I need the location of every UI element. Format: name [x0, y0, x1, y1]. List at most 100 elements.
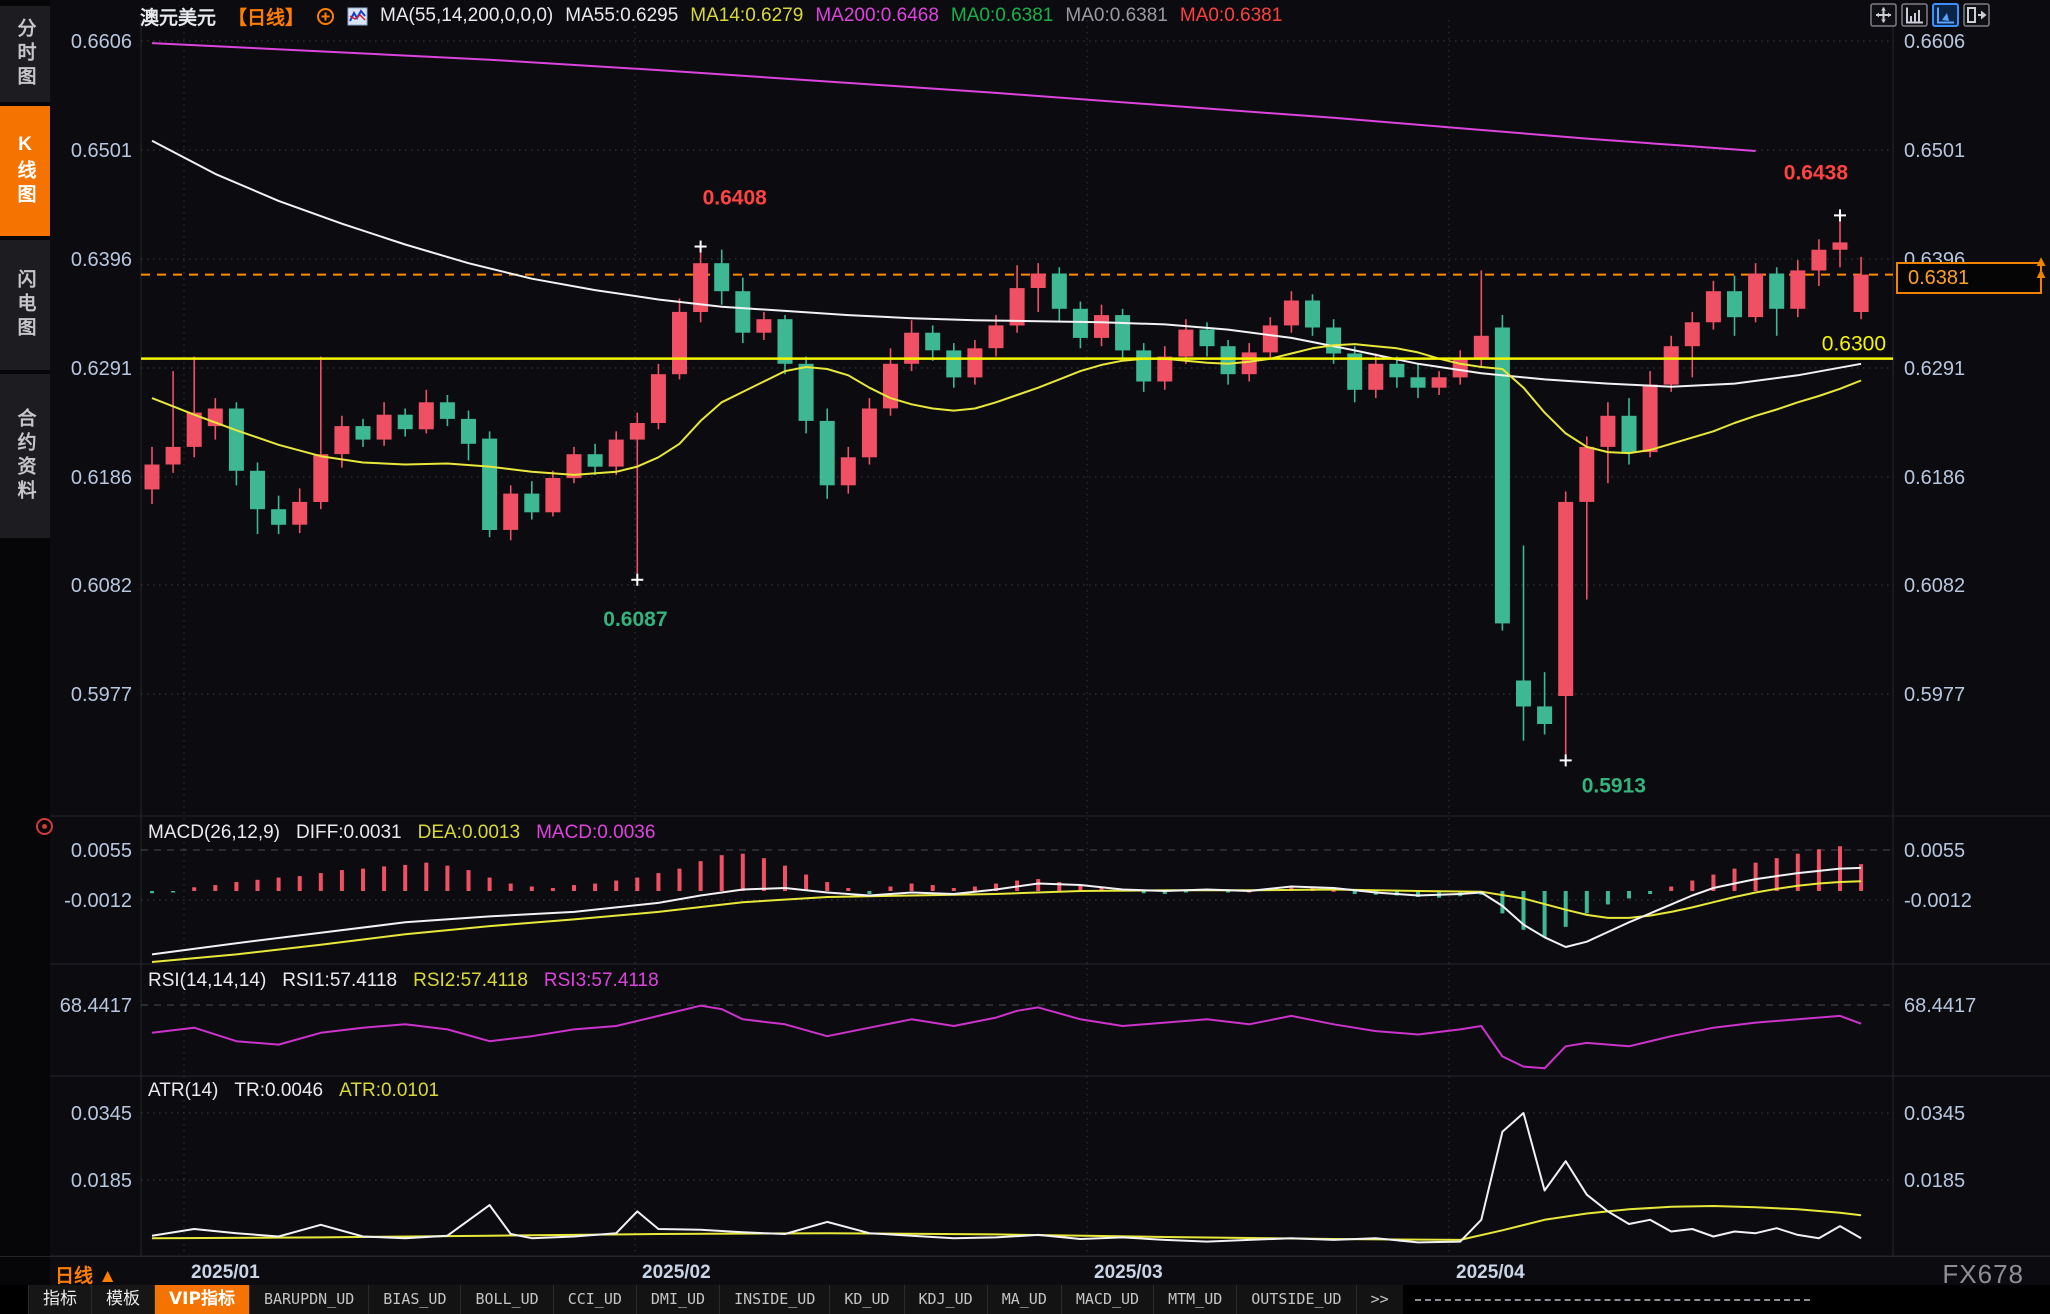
ma-settings: MA(55,14,200,0,0,0): [380, 5, 553, 27]
sidebar-item-label: K线图: [12, 134, 39, 208]
candle: [841, 457, 856, 485]
crosshair-move-icon[interactable]: [1870, 3, 1897, 27]
chart-canvas[interactable]: 0.66060.66060.65010.65010.63960.63960.62…: [0, 0, 2050, 1314]
atr-tr-value: TR:0.0046: [234, 1080, 323, 1102]
candle: [1854, 275, 1869, 312]
candle: [1052, 274, 1067, 309]
candle: [356, 426, 371, 440]
tab-bias-ud[interactable]: BIAS_UD: [368, 1285, 460, 1314]
atr-value: ATR:0.0101: [339, 1080, 439, 1102]
candle: [1643, 385, 1658, 453]
candle: [883, 364, 898, 409]
candle: [1094, 315, 1109, 338]
sidebar-item-label: 闪电图: [12, 269, 39, 341]
candle: [1368, 364, 1383, 390]
candles: [145, 215, 1869, 760]
tab-boll-ud[interactable]: BOLL_UD: [460, 1285, 552, 1314]
svg-text:0.0185: 0.0185: [71, 1170, 132, 1192]
ma0-gray-value: MA0:0.6381: [1065, 5, 1167, 27]
ma14-value: MA14:0.6279: [690, 5, 803, 27]
candle: [1600, 416, 1615, 447]
macd-header: MACD(26,12,9) DIFF:0.0031 DEA:0.0013 MAC…: [148, 822, 655, 844]
tab-kd-ud[interactable]: KD_UD: [829, 1285, 903, 1314]
candle: [1157, 357, 1172, 382]
svg-text:68.4417: 68.4417: [60, 995, 132, 1017]
svg-text:0.0345: 0.0345: [1904, 1103, 1965, 1125]
annotations: 0.64080.64380.60870.5913: [603, 161, 1848, 797]
svg-text:0.6087: 0.6087: [603, 608, 667, 631]
tab-templates[interactable]: 模板: [91, 1285, 154, 1314]
indicator-tab-bar: 指标 模板 VIP指标 BARUPDN_UD BIAS_UD BOLL_UD C…: [0, 1285, 2050, 1314]
sidebar-item-time-chart[interactable]: 分时图: [0, 6, 50, 102]
svg-text:0.6606: 0.6606: [1904, 31, 1965, 53]
axis-chart-active-icon[interactable]: [1932, 3, 1959, 27]
candle: [1221, 346, 1236, 374]
tab-mtm-ud[interactable]: MTM_UD: [1153, 1285, 1236, 1314]
svg-text:0.6501: 0.6501: [1904, 140, 1965, 162]
tab-outside-ud[interactable]: OUTSIDE_UD: [1236, 1285, 1355, 1314]
trading-app: 0.66060.66060.65010.65010.63960.63960.62…: [0, 0, 2050, 1314]
candle: [1326, 328, 1341, 354]
macd-dea-value: DEA:0.0013: [418, 822, 520, 844]
candle: [1263, 325, 1278, 352]
period-selector-label: 日线: [55, 1266, 93, 1287]
candle: [989, 325, 1004, 348]
dashed-divider: [1415, 1299, 1810, 1301]
tab-macd-ud[interactable]: MACD_UD: [1061, 1285, 1153, 1314]
chevron-up-icon: ▲: [98, 1266, 117, 1287]
candle: [1790, 270, 1805, 308]
svg-text:0.0345: 0.0345: [71, 1103, 132, 1125]
svg-text:0.6186: 0.6186: [1904, 467, 1965, 489]
mini-chart-icon[interactable]: [347, 7, 368, 26]
ma200-value: MA200:0.6468: [815, 5, 939, 27]
svg-text:0.6300: 0.6300: [1822, 333, 1886, 356]
candle: [1727, 291, 1742, 317]
ma55-value: MA55:0.6295: [565, 5, 678, 27]
svg-text:0.6291: 0.6291: [71, 358, 132, 380]
period-selector[interactable]: 日线 ▲: [55, 1261, 117, 1288]
svg-text:0.5977: 0.5977: [1904, 684, 1965, 706]
sidebar-item-kline-chart[interactable]: K线图: [0, 106, 50, 236]
price-alert-arrow-icon[interactable]: ▲▲: [2032, 256, 2050, 280]
candle: [1389, 364, 1404, 378]
tab-cci-ud[interactable]: CCI_UD: [553, 1285, 636, 1314]
candle: [862, 409, 877, 458]
tab-dmi-ud[interactable]: DMI_UD: [636, 1285, 719, 1314]
candle: [1558, 502, 1573, 696]
candle: [187, 413, 202, 447]
candle: [1474, 336, 1489, 359]
grid: [50, 20, 2050, 1256]
tab-more[interactable]: >>: [1356, 1285, 1403, 1314]
tab-vip-indicators[interactable]: VIP指标: [154, 1285, 249, 1314]
moving-averages: [152, 43, 1861, 475]
svg-text:0.5977: 0.5977: [71, 684, 132, 706]
add-indicator-icon[interactable]: [316, 7, 335, 26]
tab-barupdn-ud[interactable]: BARUPDN_UD: [249, 1285, 368, 1314]
rsi3-value: RSI3:57.4118: [544, 970, 659, 992]
candle: [419, 402, 434, 429]
draw-target-icon[interactable]: [36, 818, 53, 835]
macd-lines: [152, 868, 1861, 962]
sidebar-item-lightning-chart[interactable]: 闪电图: [0, 240, 50, 370]
period-tag[interactable]: 【日线】: [228, 3, 304, 30]
rsi2-value: RSI2:57.4118: [413, 970, 528, 992]
candle: [925, 333, 940, 351]
pane-collapse-icon[interactable]: [1963, 3, 1990, 27]
axis-chart-icon[interactable]: [1901, 3, 1928, 27]
svg-text:0.0055: 0.0055: [71, 840, 132, 862]
candle: [313, 454, 328, 502]
sidebar-item-contract-info[interactable]: 合约资料: [0, 374, 50, 538]
tab-ma-ud[interactable]: MA_UD: [987, 1285, 1061, 1314]
support-line: 0.6300: [141, 333, 1893, 359]
svg-text:0.6408: 0.6408: [703, 187, 768, 210]
tab-kdj-ud[interactable]: KDJ_UD: [904, 1285, 987, 1314]
candle: [1748, 274, 1763, 318]
svg-text:0.0055: 0.0055: [1904, 840, 1965, 862]
candle: [735, 291, 750, 333]
tab-indicators[interactable]: 指标: [28, 1285, 91, 1314]
candle: [1073, 309, 1088, 338]
candle: [609, 440, 624, 467]
symbol-title: 澳元美元: [140, 3, 216, 30]
atr-header: ATR(14) TR:0.0046 ATR:0.0101: [148, 1080, 439, 1102]
tab-inside-ud[interactable]: INSIDE_UD: [719, 1285, 829, 1314]
